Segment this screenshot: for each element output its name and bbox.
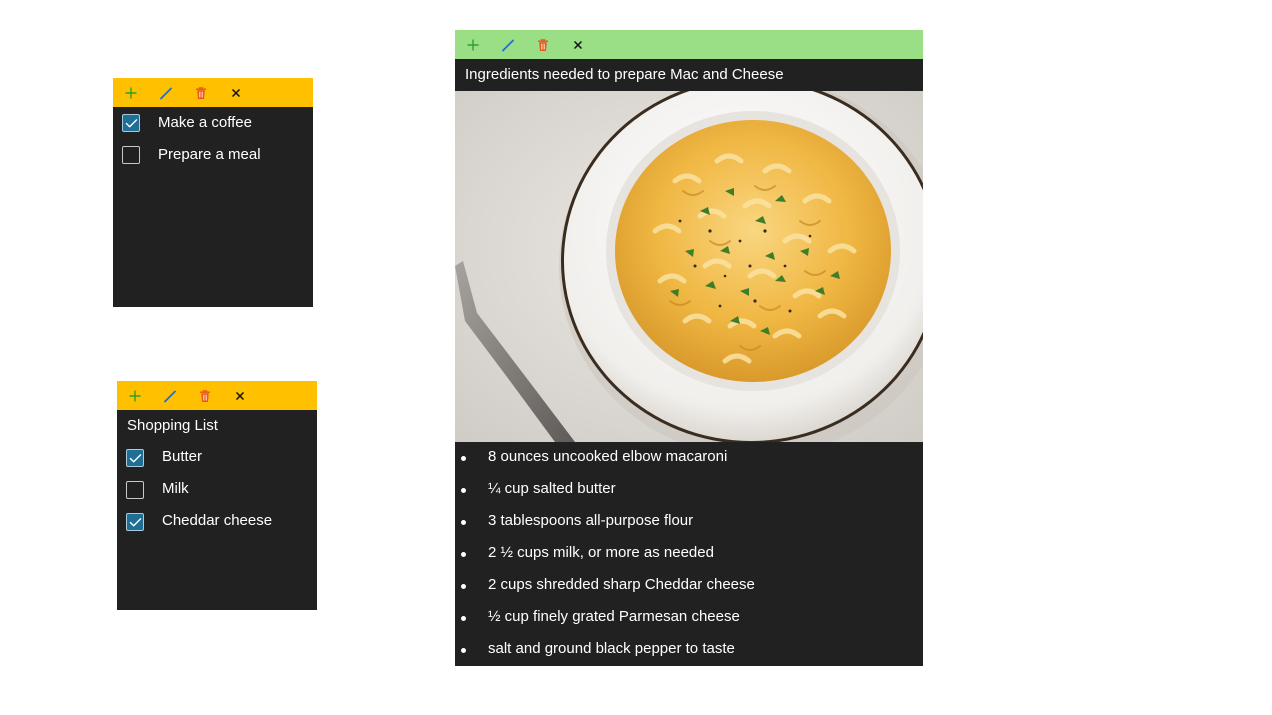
list-item: 3 tablespoons all-purpose flour: [455, 505, 923, 537]
note-toolbar: [117, 381, 317, 410]
bullet-icon: [461, 488, 466, 493]
list-item: ¼ cup salted butter: [455, 473, 923, 505]
delete-button[interactable]: [187, 381, 222, 410]
check-icon: [129, 517, 142, 528]
list-item: 8 ounces uncooked elbow macaroni: [455, 441, 923, 473]
close-icon: [571, 38, 585, 52]
bullet-icon: [461, 456, 466, 461]
item-label: Prepare a meal: [158, 146, 261, 163]
bullet-icon: [461, 552, 466, 557]
ingredient-text: 3 tablespoons all-purpose flour: [488, 512, 694, 529]
item-label: Cheddar cheese: [162, 512, 273, 529]
ingredient-text: salt and ground black pepper to taste: [488, 640, 735, 657]
bullet-icon: [461, 584, 466, 589]
delete-button[interactable]: [525, 30, 560, 59]
ingredient-text: ½ cup finely grated Parmesan cheese: [488, 608, 740, 625]
checkbox[interactable]: [126, 481, 144, 499]
edit-button[interactable]: [148, 78, 183, 107]
checkbox[interactable]: [122, 114, 140, 132]
checklist-item: Prepare a meal: [113, 139, 313, 171]
list-item: 2 ½ cups milk, or more as needed: [455, 537, 923, 569]
list-item: 2 cups shredded sharp Cheddar cheese: [455, 569, 923, 601]
add-button[interactable]: [117, 381, 152, 410]
todo-note: Make a coffee Prepare a meal: [113, 78, 313, 307]
recipe-note: Ingredients needed to prepare Mac and Ch…: [455, 30, 923, 666]
ingredient-text: 2 ½ cups milk, or more as needed: [488, 544, 714, 561]
check-icon: [129, 453, 142, 464]
delete-button[interactable]: [183, 78, 218, 107]
checkbox[interactable]: [126, 449, 144, 467]
note-title: Ingredients needed to prepare Mac and Ch…: [465, 66, 784, 83]
trash-icon: [194, 86, 208, 100]
close-button[interactable]: [218, 78, 253, 107]
item-label: Butter: [162, 448, 203, 465]
close-icon: [233, 389, 247, 403]
shopping-list-note: Shopping List Butter Milk Cheddar cheese: [117, 381, 317, 610]
pencil-icon: [159, 86, 173, 100]
trash-icon: [198, 389, 212, 403]
plus-icon: [128, 389, 142, 403]
list-item: salt and ground black pepper to taste: [455, 633, 923, 665]
trash-icon: [536, 38, 550, 52]
add-button[interactable]: [455, 30, 490, 59]
ingredient-list: 8 ounces uncooked elbow macaroni ¼ cup s…: [455, 441, 923, 665]
checklist-item: Milk: [117, 474, 317, 506]
pencil-icon: [163, 389, 177, 403]
bullet-icon: [461, 520, 466, 525]
ingredient-text: ¼ cup salted butter: [488, 480, 616, 497]
note-toolbar: [113, 78, 313, 107]
close-button[interactable]: [222, 381, 257, 410]
checklist-item: Cheddar cheese: [117, 506, 317, 538]
mac-and-cheese-image: [455, 91, 923, 442]
edit-button[interactable]: [152, 381, 187, 410]
plus-icon: [124, 86, 138, 100]
note-toolbar: [455, 30, 923, 59]
item-label: Make a coffee: [158, 114, 252, 131]
ingredient-text: 8 ounces uncooked elbow macaroni: [488, 448, 728, 465]
note-title: Shopping List: [127, 417, 218, 434]
check-icon: [125, 118, 138, 129]
plus-icon: [466, 38, 480, 52]
pencil-icon: [501, 38, 515, 52]
bullet-icon: [461, 648, 466, 653]
checklist-item: Butter: [117, 442, 317, 474]
add-button[interactable]: [113, 78, 148, 107]
edit-button[interactable]: [490, 30, 525, 59]
list-item: ½ cup finely grated Parmesan cheese: [455, 601, 923, 633]
bullet-icon: [461, 616, 466, 621]
ingredient-text: 2 cups shredded sharp Cheddar cheese: [488, 576, 755, 593]
close-icon: [229, 86, 243, 100]
checkbox[interactable]: [126, 513, 144, 531]
close-button[interactable]: [560, 30, 595, 59]
checklist-item: Make a coffee: [113, 107, 313, 139]
checkbox[interactable]: [122, 146, 140, 164]
item-label: Milk: [162, 480, 189, 497]
